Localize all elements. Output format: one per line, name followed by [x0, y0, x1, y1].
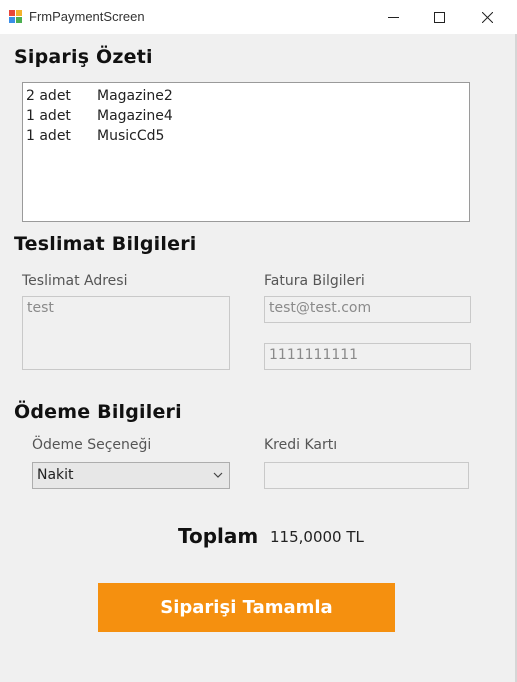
delivery-address-label: Teslimat Adresi [22, 273, 128, 289]
list-item[interactable]: 1 adet MusicCd5 [26, 126, 469, 146]
payment-form: Sipariş Özeti 2 adet Magazine2 1 adet Ma… [0, 34, 517, 682]
credit-card-label: Kredi Kartı [264, 437, 338, 453]
window-title: FrmPaymentScreen [29, 9, 145, 24]
minimize-icon [388, 17, 399, 18]
complete-order-button[interactable]: Siparişi Tamamla [98, 583, 395, 632]
item-name: Magazine2 [97, 88, 173, 104]
payment-option-select[interactable]: Nakit [32, 462, 230, 489]
item-qty: 2 adet [26, 88, 71, 104]
phone-field[interactable]: 1111111111 [264, 343, 471, 370]
order-summary-title: Sipariş Özeti [14, 46, 153, 68]
minimize-button[interactable] [369, 0, 417, 34]
delivery-address-field[interactable]: test [22, 296, 230, 370]
close-button[interactable] [463, 0, 511, 34]
item-qty: 1 adet [26, 128, 71, 144]
list-item[interactable]: 1 adet Magazine4 [26, 106, 469, 126]
total-label: Toplam [178, 524, 259, 548]
total-value: 115,0000 TL [270, 528, 364, 546]
close-icon [482, 12, 493, 23]
maximize-icon [434, 12, 445, 23]
app-icon [9, 10, 23, 24]
email-field[interactable]: test@test.com [264, 296, 471, 323]
payment-option-label: Ödeme Seçeneği [32, 437, 152, 453]
chevron-down-icon [213, 472, 223, 478]
maximize-button[interactable] [415, 0, 463, 34]
item-qty: 1 adet [26, 108, 71, 124]
delivery-title: Teslimat Bilgileri [14, 233, 197, 255]
list-item[interactable]: 2 adet Magazine2 [26, 86, 469, 106]
item-name: MusicCd5 [97, 128, 165, 144]
payment-option-value: Nakit [37, 467, 74, 483]
invoice-label: Fatura Bilgileri [264, 273, 365, 289]
title-bar: FrmPaymentScreen [0, 0, 517, 34]
order-items-list[interactable]: 2 adet Magazine2 1 adet Magazine4 1 adet… [22, 82, 470, 222]
item-name: Magazine4 [97, 108, 173, 124]
payment-title: Ödeme Bilgileri [14, 401, 182, 423]
credit-card-field[interactable] [264, 462, 469, 489]
